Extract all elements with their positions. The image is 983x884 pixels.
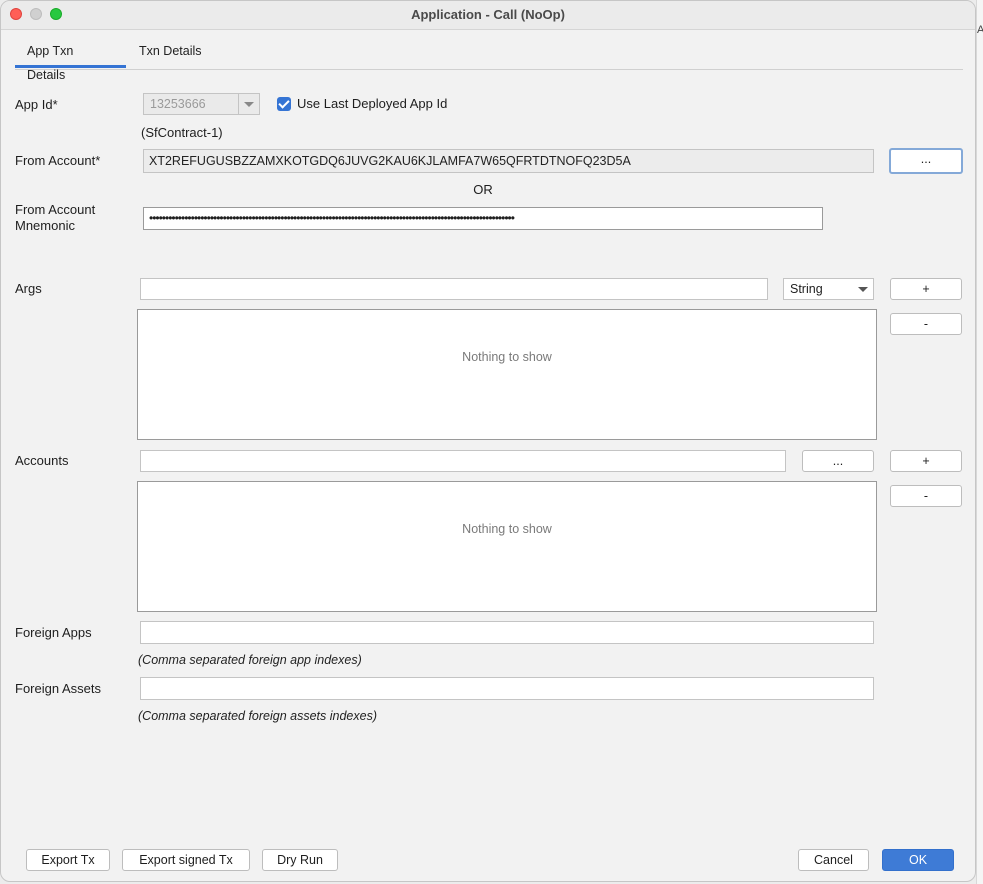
args-remove-button[interactable]: - [890, 313, 962, 335]
args-list[interactable]: Nothing to show [137, 309, 877, 440]
tab-bar: App Txn Details Txn Details [15, 39, 963, 82]
mnemonic-masked-value: ••••••••••••••••••••••••••••••••••••••••… [149, 211, 515, 225]
foreign-apps-input[interactable] [140, 621, 874, 644]
accounts-label: Accounts [15, 453, 69, 468]
export-signed-tx-button[interactable]: Export signed Tx [122, 849, 250, 871]
ok-button[interactable]: OK [882, 849, 954, 871]
background-window-edge: Ac [976, 0, 983, 884]
from-account-browse-button[interactable]: ... [889, 148, 963, 174]
use-last-app-id-checkbox[interactable] [277, 97, 291, 111]
args-type-dropdown[interactable]: String [783, 278, 874, 300]
foreign-apps-hint: (Comma separated foreign app indexes) [138, 653, 362, 667]
background-fragment: Ac [977, 24, 983, 36]
app-id-dropdown[interactable]: 13253666 [143, 93, 260, 115]
cancel-button[interactable]: Cancel [798, 849, 869, 871]
mnemonic-label-line1: From Account [15, 202, 96, 217]
foreign-apps-label: Foreign Apps [15, 625, 92, 640]
export-tx-button[interactable]: Export Tx [26, 849, 110, 871]
from-account-label: From Account* [15, 153, 101, 168]
args-label: Args [15, 281, 42, 296]
dialog-window: Application - Call (NoOp) App Txn Detail… [0, 0, 976, 882]
args-add-button[interactable]: + [890, 278, 962, 300]
accounts-remove-button[interactable]: - [890, 485, 962, 507]
foreign-assets-input[interactable] [140, 677, 874, 700]
accounts-input[interactable] [140, 450, 786, 472]
accounts-browse-button[interactable]: ... [802, 450, 874, 472]
title-bar: Application - Call (NoOp) [1, 1, 975, 30]
window-title: Application - Call (NoOp) [411, 7, 565, 22]
accounts-list[interactable]: Nothing to show [137, 481, 877, 612]
app-id-label: App Id* [15, 97, 58, 112]
foreign-assets-hint: (Comma separated foreign assets indexes) [138, 709, 378, 723]
mnemonic-password-field[interactable]: ••••••••••••••••••••••••••••••••••••••••… [143, 207, 823, 230]
args-empty-text: Nothing to show [462, 350, 552, 364]
dry-run-button[interactable]: Dry Run [262, 849, 338, 871]
app-id-value: 13253666 [150, 97, 206, 111]
from-account-field[interactable]: XT2REFUGUSBZZAMXKOTGDQ6JUVG2KAU6KJLAMFA7… [143, 149, 874, 173]
mnemonic-label-line2: Mnemonic [15, 218, 75, 233]
tab-txn-details[interactable]: Txn Details [127, 39, 214, 68]
contract-name: (SfContract-1) [141, 125, 223, 140]
chevron-down-icon [853, 279, 873, 299]
accounts-empty-text: Nothing to show [462, 522, 552, 536]
or-separator: OR [473, 182, 493, 197]
tab-app-txn-details[interactable]: App Txn Details [15, 39, 126, 82]
accounts-add-button[interactable]: + [890, 450, 962, 472]
chevron-down-icon [238, 94, 259, 114]
args-type-value: String [790, 282, 823, 296]
foreign-assets-label: Foreign Assets [15, 681, 101, 696]
args-input[interactable] [140, 278, 768, 300]
use-last-app-id-label: Use Last Deployed App Id [297, 96, 448, 111]
